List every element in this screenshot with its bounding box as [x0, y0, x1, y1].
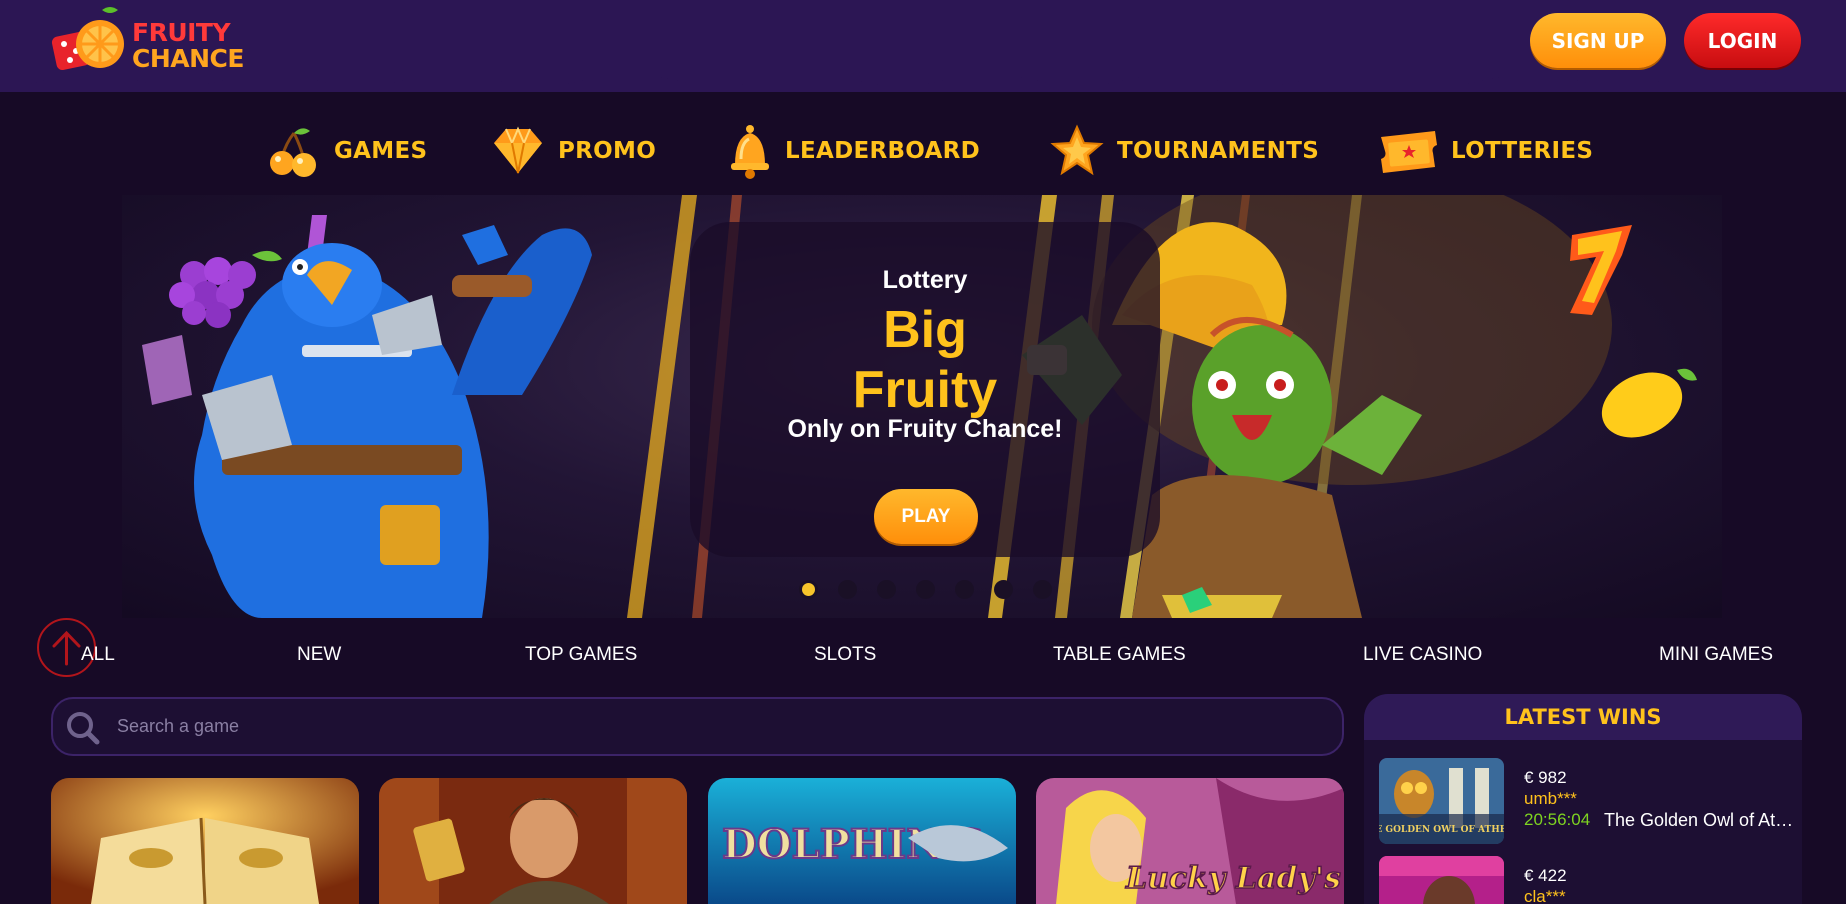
win-game-thumbnail: THE GOLDEN OWL OF ATHENA	[1379, 758, 1504, 844]
star-icon	[1050, 124, 1104, 175]
carousel-dot-4[interactable]	[916, 580, 935, 599]
sign-up-button[interactable]: SIGN UP	[1530, 13, 1666, 68]
login-button[interactable]: LOGIN	[1684, 13, 1801, 68]
promo-subtitle: Only on Fruity Chance!	[787, 415, 1063, 443]
tab-slots[interactable]: SLOTS	[814, 644, 876, 666]
carousel-dot-2[interactable]	[838, 580, 857, 599]
logo-line-2: CHANCE	[132, 44, 244, 73]
win-thumb-logo-text: THE GOLDEN OWL OF ATHENA	[1379, 825, 1504, 835]
logo-wordmark: FRUITY CHANCE	[132, 20, 244, 72]
nav-item-lotteries[interactable]: LOTTERIES	[1377, 118, 1593, 183]
lucky-ladys-charm-logo-text: Lucky Lady's	[1125, 861, 1341, 896]
promo-title-line-1: Big	[883, 301, 967, 359]
carousel-dot-7[interactable]	[1033, 580, 1052, 599]
diamond-icon	[494, 125, 542, 173]
carousel-dots	[799, 580, 1052, 599]
nav-item-tournaments[interactable]: TOURNAMENTS	[1049, 118, 1319, 183]
nav-label-leaderboard: LEADERBOARD	[785, 137, 981, 164]
nav-label-games: GAMES	[334, 137, 428, 164]
win-item[interactable]: THE GOLDEN OWL OF ATHENA € 982 umb*** 20…	[1379, 758, 1794, 844]
carousel-dot-3[interactable]	[877, 580, 896, 599]
game-category-tabs: ALL NEW TOP GAMES SLOTS TABLE GAMES LIVE…	[0, 644, 1846, 674]
win-amount: € 422	[1524, 866, 1567, 885]
tab-top-games[interactable]: TOP GAMES	[525, 644, 637, 666]
nav-item-leaderboard[interactable]: LEADERBOARD	[727, 118, 980, 183]
win-time: 20:56:04	[1524, 810, 1591, 829]
game-thumbnail-adventurer	[379, 778, 687, 904]
win-item[interactable]: € 422 cla***	[1379, 856, 1789, 904]
tab-all[interactable]: ALL	[81, 644, 115, 666]
win-username: cla***	[1524, 887, 1566, 904]
nav-item-promo[interactable]: PROMO	[490, 118, 656, 183]
promo-carousel[interactable]: Lottery Big Fruity Only on Fruity Chance…	[122, 195, 1722, 618]
latest-wins-title: LATEST WINS	[1364, 694, 1802, 740]
game-thumbnail-book-of-ra	[51, 778, 359, 904]
cherries-icon	[270, 127, 316, 177]
main-navigation: GAMES PROMO LEADERBOARD TOURNAMENTS LOTT…	[0, 118, 1846, 183]
site-header: FRUITY CHANCE SIGN UP LOGIN	[0, 0, 1846, 92]
win-game-thumbnail	[1379, 856, 1504, 904]
win-username: umb***	[1524, 789, 1577, 808]
promo-title-line-2: Fruity	[852, 361, 998, 419]
lemon-art	[1601, 368, 1697, 438]
search-icon	[67, 712, 100, 745]
bell-icon	[731, 124, 769, 179]
nav-label-tournaments: TOURNAMENTS	[1117, 137, 1320, 164]
carousel-dot-6[interactable]	[994, 580, 1013, 599]
header-wave-divider	[0, 70, 1846, 86]
win-amount: € 982	[1524, 768, 1567, 787]
game-thumbnail-dolphins-pearl: DOLPHIN'S	[708, 778, 1016, 904]
nav-item-games[interactable]: GAMES	[266, 118, 427, 183]
game-tile-book-of-ra[interactable]	[51, 778, 359, 904]
carousel-dot-5[interactable]	[955, 580, 974, 599]
ticket-icon	[1381, 130, 1437, 173]
win-game-name[interactable]: The Golden Owl of Athena	[1604, 810, 1794, 831]
play-button[interactable]: PLAY	[874, 489, 978, 544]
search-input[interactable]	[117, 699, 1317, 754]
logo-line-1: FRUITY	[132, 18, 231, 47]
game-thumbnail-lucky-ladys-charm: Lucky Lady's	[1036, 778, 1344, 904]
tab-new[interactable]: NEW	[297, 644, 341, 666]
game-tile-book-of-ra-adventurer[interactable]	[379, 778, 687, 904]
tab-live-casino[interactable]: LIVE CASINO	[1363, 644, 1482, 666]
tab-table-games[interactable]: TABLE GAMES	[1053, 644, 1186, 666]
nav-label-promo: PROMO	[558, 137, 657, 164]
tab-mini-games[interactable]: MINI GAMES	[1659, 644, 1773, 666]
nav-label-lotteries: LOTTERIES	[1451, 137, 1594, 164]
game-tile-dolphins-pearl[interactable]: DOLPHIN'S	[708, 778, 1016, 904]
promo-kicker: Lottery	[882, 266, 968, 294]
game-search-bar	[51, 697, 1344, 756]
promo-title: Big Fruity	[690, 300, 1160, 420]
latest-wins-panel: LATEST WINS THE GOLDEN OWL OF ATHENA € 9…	[1364, 694, 1802, 904]
site-logo[interactable]: FRUITY CHANCE	[50, 4, 260, 78]
logo-dice-orange-icon	[51, 7, 124, 71]
game-tile-lucky-ladys-charm[interactable]: Lucky Lady's	[1036, 778, 1344, 904]
carousel-dot-1[interactable]	[799, 580, 818, 599]
